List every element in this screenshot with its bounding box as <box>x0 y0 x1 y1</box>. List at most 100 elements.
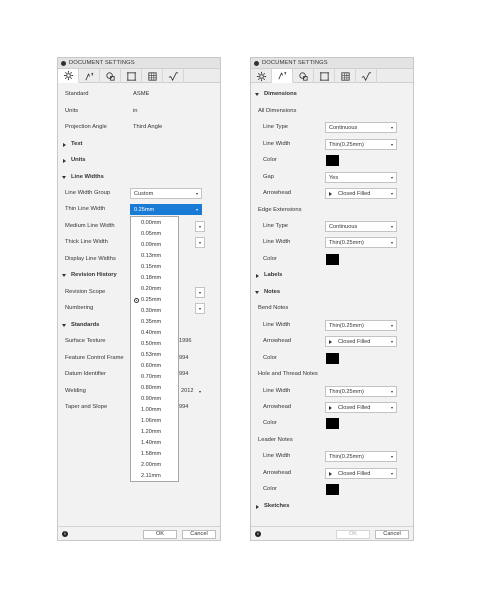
info-icon[interactable]: i <box>62 531 68 537</box>
dropdown-option[interactable]: 1.40mm <box>131 438 178 449</box>
dropdown-option[interactable]: 0.05mm <box>131 229 178 240</box>
dropdown-option[interactable]: 1.06mm <box>131 416 178 427</box>
color-swatch[interactable] <box>326 418 339 429</box>
gear-icon <box>63 70 73 81</box>
color-swatch[interactable] <box>326 155 339 166</box>
line-type-select[interactable]: Continuous <box>325 122 397 133</box>
thin-line-width-select[interactable]: 0.25mm <box>130 204 202 215</box>
tab-frame[interactable] <box>314 69 335 83</box>
dimension-icon <box>277 71 286 80</box>
tab-formula[interactable] <box>163 69 184 83</box>
line-width-select[interactable]: Thin(0.25mm) <box>325 386 397 397</box>
feature-control-frame-value[interactable]: 994 <box>179 355 188 361</box>
dropdown-option[interactable]: 0.13mm <box>131 251 178 262</box>
color-label: Color <box>263 355 277 361</box>
arrowhead-select[interactable]: Closed Filled <box>325 402 397 413</box>
collapse-icon[interactable] <box>254 61 259 66</box>
section-labels[interactable]: Labels <box>251 269 413 282</box>
dropdown-option[interactable]: 0.35mm <box>131 317 178 328</box>
revision-scope-select[interactable] <box>195 287 205 298</box>
tab-table[interactable] <box>142 69 163 83</box>
arrowhead-label: Arrowhead <box>263 190 292 196</box>
datum-identifier-value[interactable]: 994 <box>179 371 188 377</box>
tab-layers[interactable] <box>100 69 121 83</box>
line-width-select[interactable]: Thin(0.25mm) <box>325 139 397 150</box>
section-notes[interactable]: Notes <box>251 286 413 299</box>
line-width-select[interactable]: Thin(0.25mm) <box>325 237 397 248</box>
dropdown-option-selected[interactable]: 0.25mm <box>131 295 178 306</box>
dropdown-option[interactable]: 0.40mm <box>131 328 178 339</box>
color-swatch[interactable] <box>326 254 339 265</box>
surface-texture-value[interactable]: 1996 <box>179 338 191 344</box>
section-line-widths[interactable]: Line Widths <box>58 171 220 184</box>
tab-general[interactable] <box>58 69 79 83</box>
color-swatch[interactable] <box>326 353 339 364</box>
thick-line-width-select[interactable] <box>195 237 205 248</box>
dropdown-option[interactable]: 2.00mm <box>131 460 178 471</box>
dropdown-option[interactable]: 0.53mm <box>131 350 178 361</box>
dropdown-option[interactable]: 0.50mm <box>131 339 178 350</box>
line-width-label: Line Width <box>263 239 291 245</box>
dropdown-option[interactable]: 1.58mm <box>131 449 178 460</box>
section-sketches[interactable]: Sketches <box>251 500 413 513</box>
dropdown-option[interactable]: 0.09mm <box>131 240 178 251</box>
dropdown-option[interactable]: 0.80mm <box>131 383 178 394</box>
tab-dimensions[interactable] <box>272 69 293 83</box>
numbering-select[interactable] <box>195 303 205 314</box>
tab-layers[interactable] <box>293 69 314 83</box>
gap-select[interactable]: Yes <box>325 172 397 183</box>
dropdown-option[interactable]: 0.00mm <box>131 218 178 229</box>
chevron-down-icon <box>391 144 393 146</box>
dropdown-option[interactable]: 0.60mm <box>131 361 178 372</box>
dropdown-option-label: 1.58mm <box>141 451 162 457</box>
tab-table[interactable] <box>335 69 356 83</box>
section-dimensions[interactable]: Dimensions <box>251 88 413 101</box>
tab-formula[interactable] <box>356 69 377 83</box>
panel-footer: i OK Cancel <box>251 526 413 540</box>
all-dimensions-heading: All Dimensions <box>251 105 413 118</box>
dropdown-option-label: 0.18mm <box>141 275 162 281</box>
arrowhead-select[interactable]: Closed Filled <box>325 188 397 199</box>
section-text[interactable]: Text <box>58 138 220 151</box>
welding-value[interactable]: 2012 <box>181 388 193 394</box>
line-width-select[interactable]: Thin(0.25mm) <box>325 451 397 462</box>
dropdown-option[interactable]: 0.30mm <box>131 306 178 317</box>
dropdown-option[interactable]: 0.18mm <box>131 273 178 284</box>
collapse-icon[interactable] <box>61 61 66 66</box>
tab-dimensions[interactable] <box>79 69 100 83</box>
ok-button[interactable]: OK <box>143 530 177 539</box>
chevron-down-icon <box>391 391 393 393</box>
line-width-value: Thin(0.25mm) <box>329 454 364 460</box>
cancel-button[interactable]: Cancel <box>182 530 216 539</box>
arrowhead-select[interactable]: Closed Filled <box>325 336 397 347</box>
dropdown-option-label: 0.90mm <box>141 396 162 402</box>
info-icon[interactable]: i <box>255 531 261 537</box>
line-width-group-select[interactable]: Custom <box>130 188 202 199</box>
projection-angle-label: Projection Angle <box>65 124 107 130</box>
dropdown-option[interactable]: 0.15mm <box>131 262 178 273</box>
medium-line-width-select[interactable] <box>195 221 205 232</box>
dropdown-option[interactable]: 0.70mm <box>131 372 178 383</box>
dropdown-option-label: 0.09mm <box>141 242 162 248</box>
line-width-label: Line Width <box>263 388 291 394</box>
dropdown-option[interactable]: 1.20mm <box>131 427 178 438</box>
taper-and-slope-value[interactable]: 994 <box>179 404 188 410</box>
tab-general[interactable] <box>251 69 272 83</box>
chevron-down-icon <box>391 473 393 475</box>
tab-frame[interactable] <box>121 69 142 83</box>
dropdown-option[interactable]: 0.20mm <box>131 284 178 295</box>
color-swatch[interactable] <box>326 484 339 495</box>
section-labels-label: Labels <box>264 272 283 278</box>
dropdown-option[interactable]: 1.00mm <box>131 405 178 416</box>
line-width-select[interactable]: Thin(0.25mm) <box>325 320 397 331</box>
arrowhead-select[interactable]: Closed Filled <box>325 468 397 479</box>
line-type-select[interactable]: Continuous <box>325 221 397 232</box>
dropdown-option[interactable]: 2.11mm <box>131 471 178 482</box>
arrowhead-icon <box>329 472 332 476</box>
all-dim-gap-row: Gap Yes <box>251 171 413 184</box>
frame-icon <box>126 71 136 81</box>
cancel-button[interactable]: Cancel <box>375 530 409 539</box>
dropdown-option[interactable]: 0.90mm <box>131 394 178 405</box>
ok-button[interactable]: OK <box>336 530 370 539</box>
section-units[interactable]: Units <box>58 154 220 167</box>
